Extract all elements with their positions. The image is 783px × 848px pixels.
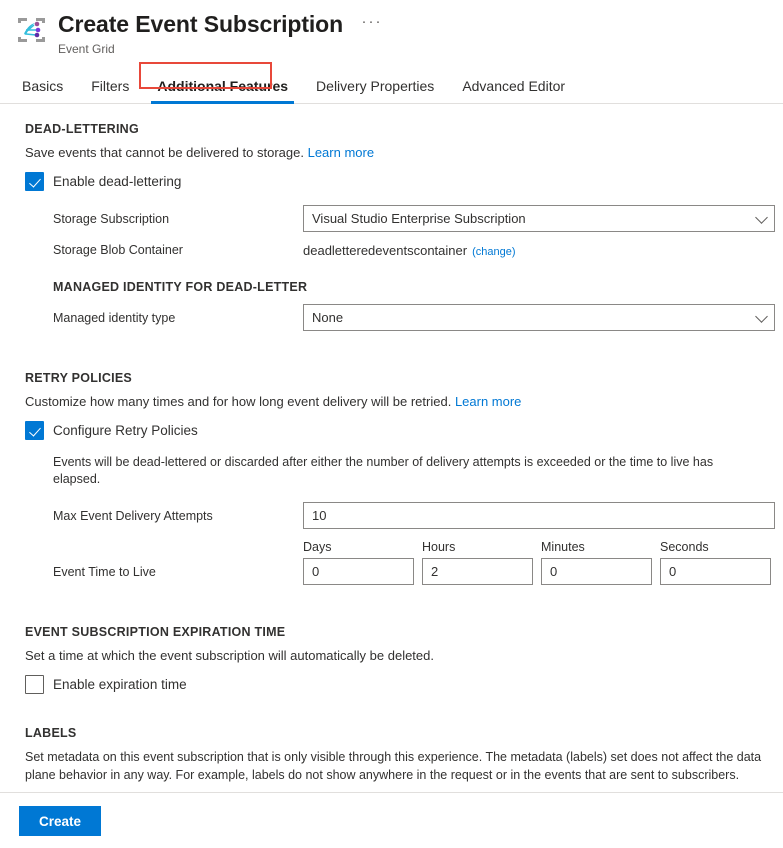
dead-lettering-learn-more-link[interactable]: Learn more	[308, 145, 374, 160]
enable-expiration-time-label: Enable expiration time	[53, 677, 187, 692]
labels-heading: LABELS	[25, 726, 763, 740]
section-expiration-time: EVENT SUBSCRIPTION EXPIRATION TIME Set a…	[25, 625, 763, 694]
dead-lettering-heading: DEAD-LETTERING	[25, 122, 763, 136]
title-row: Create Event Subscription ··· Event Grid	[0, 8, 783, 57]
configure-retry-policies-checkbox-row[interactable]: Configure Retry Policies	[25, 421, 763, 440]
tab-basics[interactable]: Basics	[14, 77, 71, 103]
enable-dead-lettering-checkbox[interactable]	[25, 172, 44, 191]
retry-policies-description: Customize how many times and for how lon…	[25, 393, 763, 411]
section-retry-policies: RETRY POLICIES Customize how many times …	[25, 371, 763, 585]
labels-description: Set metadata on this event subscription …	[25, 748, 765, 784]
managed-identity-type-row: Managed identity type None	[25, 304, 763, 331]
ttl-days-cell: Days 0	[303, 539, 414, 585]
ttl-seconds-cell: Seconds 0	[660, 539, 771, 585]
ttl-days-label: Days	[303, 539, 414, 555]
dead-lettering-description: Save events that cannot be delivered to …	[25, 144, 763, 162]
storage-blob-container-change-link[interactable]: (change)	[472, 246, 515, 258]
event-time-to-live-row: Event Time to Live Days 0 Hours 2 Minute…	[25, 539, 763, 585]
tab-additional-features[interactable]: Additional Features	[149, 77, 296, 103]
spacer	[25, 595, 763, 625]
configure-retry-policies-checkbox[interactable]	[25, 421, 44, 440]
storage-subscription-value: Visual Studio Enterprise Subscription	[312, 211, 526, 226]
blade-header: Create Event Subscription ··· Event Grid…	[0, 0, 783, 104]
blade-scroll-area[interactable]: Create Event Subscription ··· Event Grid…	[0, 0, 783, 791]
title-block: Create Event Subscription ··· Event Grid	[58, 8, 383, 57]
section-labels: LABELS Set metadata on this event subscr…	[25, 726, 763, 784]
spacer	[25, 341, 763, 371]
page-subtitle: Event Grid	[58, 41, 383, 57]
managed-identity-heading: MANAGED IDENTITY FOR DEAD-LETTER	[53, 280, 763, 294]
storage-subscription-control: Visual Studio Enterprise Subscription	[303, 205, 775, 232]
event-time-to-live-label: Event Time to Live	[53, 564, 303, 585]
retry-policies-learn-more-link[interactable]: Learn more	[455, 394, 521, 409]
managed-identity-type-value: None	[312, 310, 343, 325]
enable-expiration-time-checkbox[interactable]	[25, 675, 44, 694]
storage-subscription-dropdown[interactable]: Visual Studio Enterprise Subscription	[303, 205, 775, 232]
retry-policies-heading: RETRY POLICIES	[25, 371, 763, 385]
ttl-minutes-input[interactable]: 0	[541, 558, 652, 585]
enable-expiration-time-checkbox-row[interactable]: Enable expiration time	[25, 675, 763, 694]
chevron-down-icon	[755, 211, 768, 224]
configure-retry-policies-label: Configure Retry Policies	[53, 423, 198, 438]
ttl-hours-cell: Hours 2	[422, 539, 533, 585]
retry-policies-description-text: Customize how many times and for how lon…	[25, 394, 451, 409]
storage-blob-container-row: Storage Blob Container deadletteredevent…	[25, 242, 763, 258]
ttl-hours-label: Hours	[422, 539, 533, 555]
dead-lettering-description-text: Save events that cannot be delivered to …	[25, 145, 304, 160]
storage-blob-container-value: deadletteredeventscontainer	[303, 243, 467, 258]
form-body: DEAD-LETTERING Save events that cannot b…	[0, 104, 783, 784]
retry-policies-note: Events will be dead-lettered or discarde…	[53, 454, 763, 488]
storage-subscription-label: Storage Subscription	[53, 211, 303, 227]
expiration-description: Set a time at which the event subscripti…	[25, 647, 763, 665]
managed-identity-type-control: None	[303, 304, 775, 331]
tab-filters[interactable]: Filters	[83, 77, 137, 103]
ttl-minutes-label: Minutes	[541, 539, 652, 555]
create-button[interactable]: Create	[19, 806, 101, 836]
ttl-seconds-input[interactable]: 0	[660, 558, 771, 585]
tab-delivery-properties[interactable]: Delivery Properties	[308, 77, 442, 103]
storage-blob-container-control: deadletteredeventscontainer (change)	[303, 243, 763, 258]
chevron-down-icon	[755, 310, 768, 323]
storage-subscription-row: Storage Subscription Visual Studio Enter…	[25, 205, 763, 232]
more-options-icon[interactable]: ···	[362, 8, 383, 36]
page-title: Create Event Subscription	[58, 10, 343, 38]
blade-footer: Create	[0, 792, 783, 848]
storage-blob-container-label: Storage Blob Container	[53, 242, 303, 258]
ttl-hours-input[interactable]: 2	[422, 558, 533, 585]
managed-identity-type-label: Managed identity type	[53, 310, 303, 326]
tab-bar: Basics Filters Additional Features Deliv…	[0, 71, 783, 104]
max-event-delivery-attempts-input[interactable]: 10	[303, 502, 775, 529]
max-event-delivery-attempts-label: Max Event Delivery Attempts	[53, 508, 303, 524]
event-time-to-live-control: Days 0 Hours 2 Minutes 0 Seconds 0	[303, 539, 771, 585]
create-event-subscription-blade: Create Event Subscription ··· Event Grid…	[0, 0, 783, 848]
max-event-delivery-attempts-row: Max Event Delivery Attempts 10	[25, 502, 763, 529]
managed-identity-type-dropdown[interactable]: None	[303, 304, 775, 331]
section-dead-lettering: DEAD-LETTERING Save events that cannot b…	[25, 122, 763, 331]
tab-advanced-editor[interactable]: Advanced Editor	[454, 77, 573, 103]
spacer	[25, 708, 763, 726]
ttl-seconds-label: Seconds	[660, 539, 771, 555]
event-grid-icon	[14, 12, 50, 48]
enable-dead-lettering-checkbox-row[interactable]: Enable dead-lettering	[25, 172, 763, 191]
max-event-delivery-attempts-control: 10	[303, 502, 775, 529]
enable-dead-lettering-label: Enable dead-lettering	[53, 174, 181, 189]
expiration-heading: EVENT SUBSCRIPTION EXPIRATION TIME	[25, 625, 763, 639]
ttl-minutes-cell: Minutes 0	[541, 539, 652, 585]
ttl-days-input[interactable]: 0	[303, 558, 414, 585]
